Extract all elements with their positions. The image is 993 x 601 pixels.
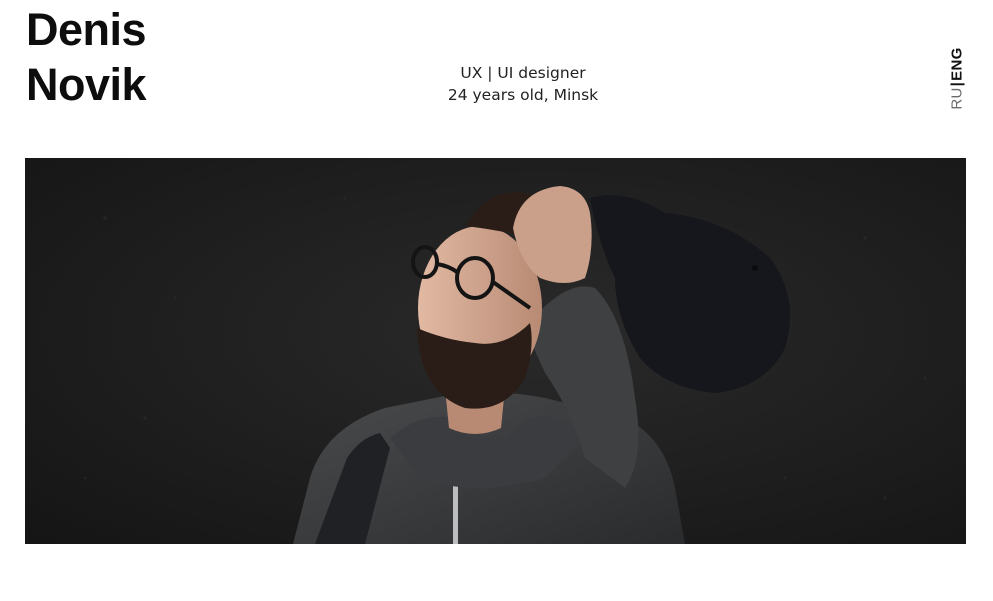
language-separator: | [948, 81, 966, 86]
cap-button [752, 265, 758, 271]
first-name: Denis [26, 4, 147, 55]
hero-portrait-image [25, 158, 966, 544]
last-name: Novik [26, 59, 147, 110]
language-switcher: RU|ENG [940, 42, 974, 114]
role-text: UX | UI designer [460, 64, 586, 82]
language-eng-link[interactable]: ENG [949, 47, 966, 80]
bio-text: 24 years old, Minsk [447, 86, 599, 104]
site-title: Denis Novik [26, 2, 147, 112]
portrait-illustration [25, 158, 966, 544]
language-ru-link[interactable]: RU [949, 87, 966, 109]
profile-summary: UX | UI designer 24 years old, Minsk [423, 62, 623, 106]
